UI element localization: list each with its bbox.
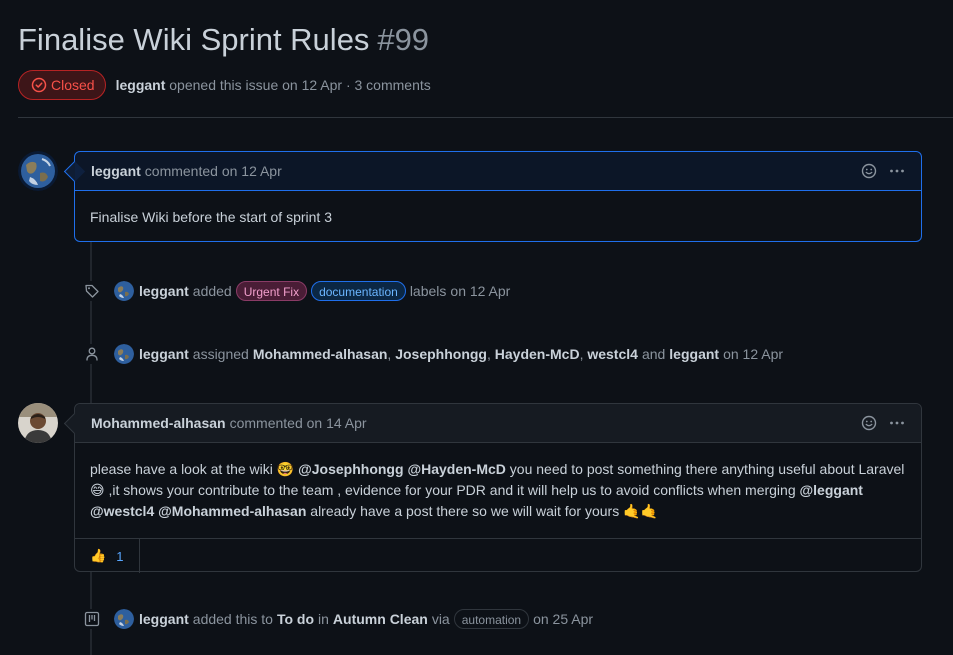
project-board-icon [82,609,102,629]
add-reaction-icon[interactable] [861,415,877,431]
mention-link[interactable]: @westcl4 [90,503,154,519]
avatar-leggant-small[interactable] [114,344,134,364]
comment-author[interactable]: Mohammed-alhasan [91,415,226,431]
sweat-smile-emoji: 😅 [90,482,105,498]
issue-title-row: Finalise Wiki Sprint Rules #99 [18,22,429,58]
comment-meta[interactable]: commented on 14 Apr [230,415,367,431]
comment-actions [849,152,905,190]
timeline-line [90,242,92,404]
comment-card-mohammed: Mohammed-alhasan commented on 14 Apr ple… [63,403,922,573]
more-options-icon[interactable] [889,163,905,179]
comment-header: leggant commented on 12 Apr [75,152,921,191]
header-divider [18,117,953,118]
avatar-mohammed-alhasan[interactable] [18,403,58,443]
call-me-emoji: 🤙🤙 [623,503,658,519]
event-actor[interactable]: leggant [139,283,189,299]
assignee-link[interactable]: westcl4 [587,346,638,362]
assign-event: leggant assigned Mohammed-alhasan, Josep… [82,344,783,364]
issue-number: #99 [377,22,430,57]
comment-body: Finalise Wiki before the start of sprint… [90,209,332,225]
event-verb: added [192,283,232,299]
mention-link[interactable]: @leggant [800,482,863,498]
issue-author-link[interactable]: leggant [116,77,166,93]
comment-body: please have a look at the wiki 🤓 @Joseph… [90,461,905,519]
avatar-leggant-small[interactable] [114,609,134,629]
opened-text: opened this issue on 12 Apr · 3 comments [169,77,431,93]
add-reaction-icon[interactable] [861,163,877,179]
thumbs-up-icon: 👍 [90,548,107,563]
event-date[interactable]: on 12 Apr [450,283,510,299]
event-suffix: labels [409,283,447,299]
more-options-icon[interactable] [889,415,905,431]
project-column-link[interactable]: To do [277,611,314,627]
mention-link[interactable]: @Hayden-McD [407,461,505,477]
label-urgent-fix[interactable]: Urgent Fix [235,281,308,301]
event-date[interactable]: on 12 Apr [723,346,783,362]
avatar-leggant-small[interactable] [114,281,134,301]
issue-meta: Closed leggant opened this issue on 12 A… [18,69,431,101]
comment-header: Mohammed-alhasan commented on 14 Apr [75,404,921,443]
automation-badge: automation [453,609,530,629]
assignee-link[interactable]: Hayden-McD [495,346,580,362]
closed-state-badge: Closed [18,70,106,100]
event-actor[interactable]: leggant [139,611,189,627]
issue-title: Finalise Wiki Sprint Rules [18,22,370,57]
project-name-link[interactable]: Autumn Clean [333,611,428,627]
thumbs-up-reaction-button[interactable]: 👍 1 [75,539,141,573]
reactions-bar: 👍 1 [75,538,921,573]
assignee-link[interactable]: Mohammed-alhasan [253,346,388,362]
tag-icon [82,281,102,301]
event-actor[interactable]: leggant [139,346,189,362]
reaction-count: 1 [116,548,124,564]
comment-author[interactable]: leggant [91,163,141,179]
opened-info: leggant opened this issue on 12 Apr · 3 … [116,77,431,93]
nerd-emoji: 🤓 [276,461,295,477]
avatar-leggant[interactable] [18,151,58,191]
comment-card-leggant: leggant commented on 12 Apr Finalise Wik… [63,151,922,242]
closed-circle-icon [31,77,47,93]
event-verb: assigned [192,346,249,362]
project-event: leggant added this to To do in Autumn Cl… [82,609,593,629]
label-documentation[interactable]: documentation [311,281,406,301]
comment-actions [849,404,905,442]
event-date[interactable]: on 25 Apr [533,611,593,627]
state-label: Closed [51,77,95,93]
mention-link[interactable]: @Josephhongg [298,461,403,477]
assignee-link[interactable]: Josephhongg [395,346,487,362]
person-icon [82,344,102,364]
and-text: and [641,346,666,362]
label-event: leggant added Urgent Fix documentation l… [82,281,510,301]
comment-meta[interactable]: commented on 12 Apr [145,163,282,179]
assignee-link[interactable]: leggant [669,346,719,362]
mention-link[interactable]: @Mohammed-alhasan [158,503,306,519]
